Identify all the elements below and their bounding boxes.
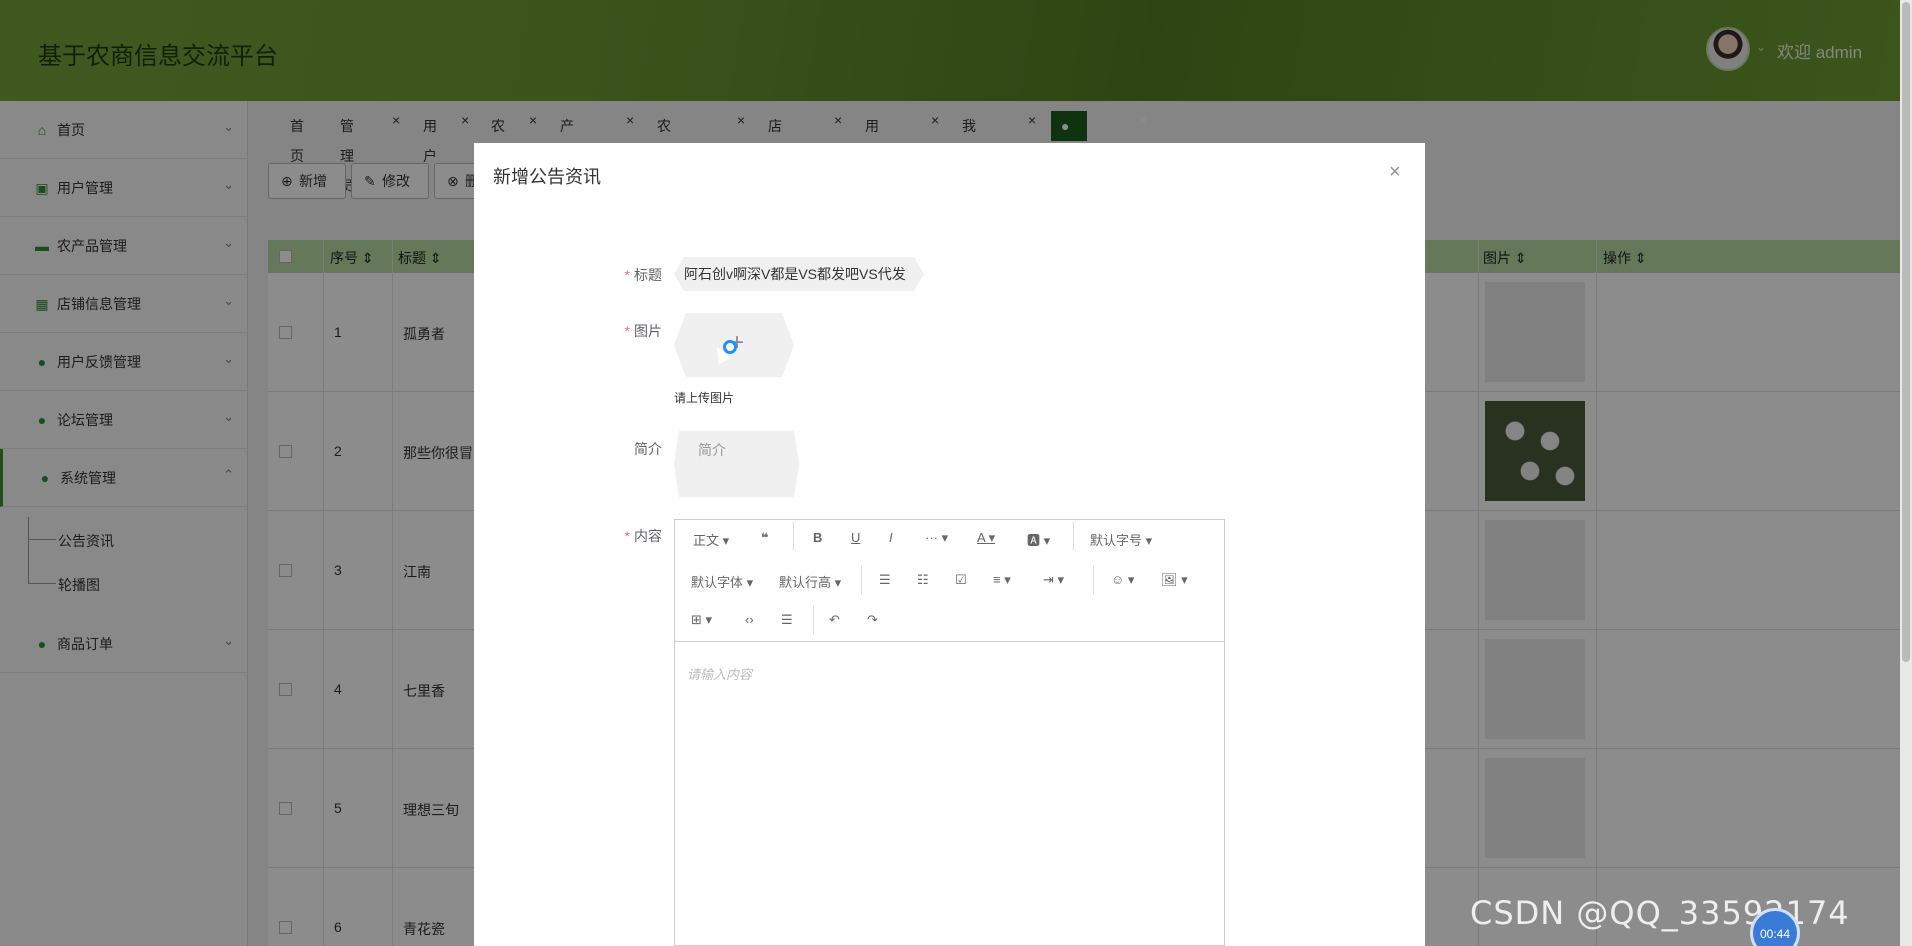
image-icon[interactable]: 🖼 ▾ [1161,572,1188,588]
quote-icon[interactable]: ❝ [761,530,769,546]
bold-icon[interactable]: B [813,530,822,545]
divider-line-icon[interactable]: ☰ [781,612,793,628]
dialog-title: 新增公告资讯 [493,167,601,187]
bullet-list-icon[interactable]: ☰ [879,572,891,588]
toolbar-divider [813,606,814,634]
upload-hint: 请上传图片 [674,391,735,405]
scrollbar-thumb[interactable] [1902,2,1910,662]
content-label: * 内容 [552,526,662,546]
field-label-text: 内容 [634,528,662,544]
title-input[interactable]: 阿石创v啊深V都是VS都发吧VS代发 [674,257,924,291]
editor-placeholder: 请输入内容 [687,667,753,682]
editor-toolbar: 正文 ▾ ❝ B U I ··· ▾ A ▾ 🅰 ▾ 默认字号 ▾ 默认字体 ▾… [675,520,1224,642]
required-mark: * [624,267,630,283]
page-scrollbar[interactable] [1900,0,1912,946]
paragraph-select[interactable]: 正文 ▾ [693,530,729,549]
title-label: * 标题 [552,265,662,285]
close-icon[interactable]: × [1389,161,1401,184]
font-color-icon[interactable]: A ▾ [977,530,995,546]
rich-text-editor[interactable]: 正文 ▾ ❝ B U I ··· ▾ A ▾ 🅰 ▾ 默认字号 ▾ 默认字体 ▾… [674,519,1225,946]
required-mark: * [624,528,630,544]
watermark-text: CSDN @QQ_335 [1470,894,1743,932]
more-icon[interactable]: ··· ▾ [925,530,948,546]
underline-icon[interactable]: U [851,530,860,545]
line-height-select[interactable]: 默认行高 ▾ [779,572,841,591]
background-color-icon[interactable]: 🅰 ▾ [1027,530,1050,549]
toolbar-divider [1093,566,1094,594]
code-icon[interactable]: ‹› [745,612,754,627]
toolbar-divider [1073,522,1074,550]
italic-icon[interactable]: I [889,530,893,545]
font-family-select[interactable]: 默认字体 ▾ [691,572,753,591]
select-label: 默认字号 [1090,533,1143,548]
toolbar-divider [861,566,862,594]
image-label: * 图片 [552,321,662,341]
field-label-text: 标题 [634,267,662,283]
select-label: 默认字体 [691,575,744,590]
add-announcement-dialog: 新增公告资讯 × * 标题 阿石创v啊深V都是VS都发吧VS代发 * 图片 + 请上… [474,143,1425,946]
todo-icon[interactable]: ☑ [955,572,967,588]
toolbar-divider [793,522,794,550]
select-label: 正文 [693,533,720,548]
undo-icon[interactable]: ↶ [829,612,840,628]
align-icon[interactable]: ≡ ▾ [993,572,1011,588]
select-label: 默认行高 [779,575,832,590]
emoji-icon[interactable]: ☺ ▾ [1111,572,1134,588]
intro-textarea[interactable]: 简介 [674,431,799,497]
redo-icon[interactable]: ↷ [867,612,878,628]
intro-label: 简介 [552,439,662,459]
indent-icon[interactable]: ⇥ ▾ [1043,572,1064,588]
required-mark: * [624,323,630,339]
numbered-list-icon[interactable]: ☷ [917,572,929,588]
table-icon[interactable]: ⊞ ▾ [691,612,712,628]
field-label-text: 图片 [634,323,662,339]
field-label-text: 简介 [634,441,662,457]
font-size-select[interactable]: 默认字号 ▾ [1090,530,1152,549]
